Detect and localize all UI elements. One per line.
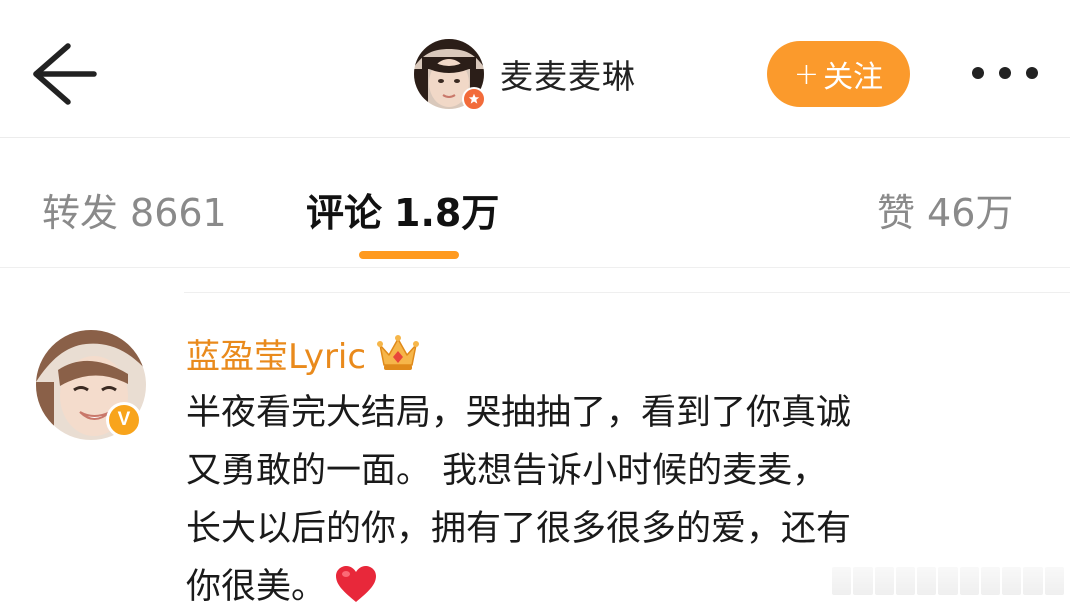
tab-likes[interactable]: 赞 46万 (877, 182, 1013, 237)
commenter-header: 蓝盈莹Lyric (186, 329, 420, 378)
more-options-button[interactable] (968, 56, 1042, 90)
tab-reposts-count: 8661 (130, 191, 227, 235)
author-info[interactable]: 麦麦麦琳 (414, 39, 636, 111)
comment-line: 又勇敢的一面。 我想告诉小时候的麦麦， (186, 451, 828, 491)
heart-icon (336, 566, 377, 602)
follow-button[interactable]: + 关注 (767, 41, 910, 107)
comment-line: 你很美。 (186, 567, 327, 607)
plus-icon: + (793, 56, 820, 92)
verified-v-badge-icon: V (106, 402, 142, 438)
tab-likes-label: 赞 (877, 191, 916, 235)
author-avatar[interactable] (414, 39, 486, 111)
back-arrow-icon (33, 43, 97, 105)
tab-likes-count: 46万 (927, 191, 1014, 235)
comment-line: 半夜看完大结局，哭抽抽了，看到了你真诚 (186, 393, 852, 433)
active-tab-indicator (359, 251, 459, 259)
commenter-avatar[interactable]: V (36, 330, 146, 440)
tab-comments[interactable]: 评论 1.8万 (306, 182, 499, 237)
back-button[interactable] (24, 38, 104, 110)
tab-reposts-label: 转发 (42, 191, 119, 235)
verified-badge-icon (462, 87, 486, 111)
tab-reposts[interactable]: 转发 8661 (42, 182, 227, 237)
author-name[interactable]: 麦麦麦琳 (500, 50, 636, 98)
tab-comments-count: 1.8万 (394, 191, 500, 235)
divider (184, 292, 1070, 293)
interaction-tabs: 转发 8661 评论 1.8万 赞 46万 (0, 138, 1070, 268)
watermark (832, 566, 1064, 596)
more-dots-icon (972, 67, 1038, 79)
crown-icon (377, 335, 420, 370)
comment-line: 长大以后的你，拥有了很多很多的爱，还有 (186, 509, 852, 549)
tab-comments-label: 评论 (306, 191, 383, 235)
follow-label: 关注 (823, 60, 884, 95)
top-bar: 麦麦麦琳 + 关注 (0, 0, 1070, 138)
commenter-name[interactable]: 蓝盈莹Lyric (186, 329, 366, 378)
